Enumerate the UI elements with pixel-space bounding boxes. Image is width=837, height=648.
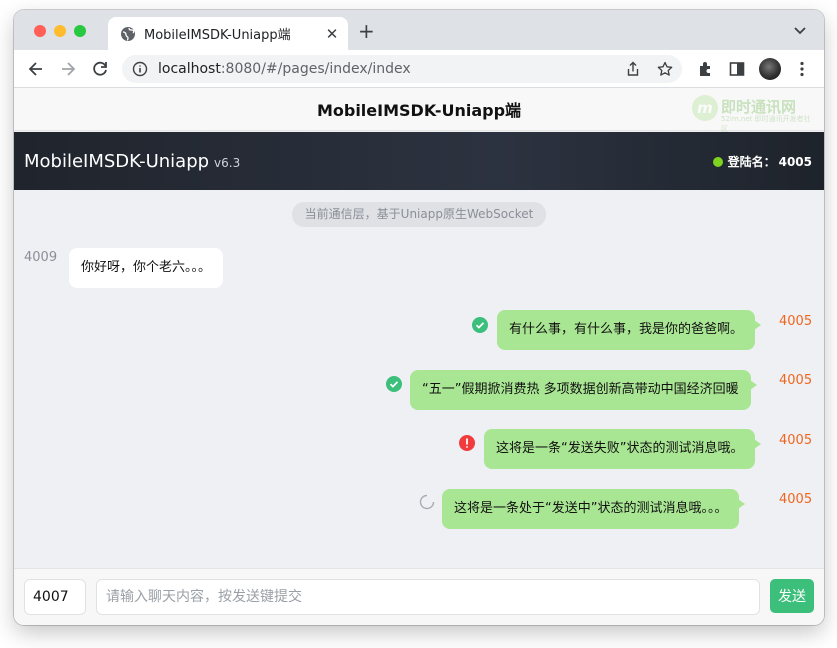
watermark-subtext: 52im.net 即时通讯开发者社区 <box>721 115 811 133</box>
sent-check-icon <box>386 376 402 392</box>
failed-alert-icon[interactable] <box>459 435 475 451</box>
watermark-logo: m 即时通讯网 52im.net 即时通讯开发者社区 <box>692 95 812 133</box>
new-tab-button[interactable]: + <box>358 21 375 41</box>
sent-check-icon <box>472 317 488 333</box>
app-header: MobileIMSDK-Uniapp v6.3 登陆名： 4005 <box>14 132 824 190</box>
app-version: v6.3 <box>214 156 241 170</box>
tab-strip: MobileIMSDK-Uniapp端 ✕ + <box>14 10 824 50</box>
message-bubble: 这将是一条“发送失败”状态的测试消息哦。 <box>484 429 762 469</box>
browser-window: MobileIMSDK-Uniapp端 ✕ + localhost:8080/#… <box>14 10 824 625</box>
target-user-input[interactable] <box>24 579 86 615</box>
address-bar[interactable]: localhost:8080/#/pages/index/index <box>122 55 682 83</box>
chat-input-bar: 发送 <box>14 568 824 625</box>
message-sender: 4005 <box>779 314 813 329</box>
watermark-m-icon: m <box>692 95 718 121</box>
tab-close-icon[interactable]: ✕ <box>320 25 344 43</box>
extensions-puzzle-icon[interactable] <box>696 59 716 79</box>
sending-spinner-icon <box>419 494 435 510</box>
send-button[interactable]: 发送 <box>770 579 814 613</box>
site-info-icon[interactable] <box>132 61 148 77</box>
login-status: 登陆名： 4005 <box>712 153 812 170</box>
login-label: 登陆名： <box>727 155 776 169</box>
share-icon[interactable] <box>625 61 641 77</box>
message-sender: 4009 <box>24 250 58 265</box>
bookmark-star-icon[interactable] <box>657 61 673 77</box>
message-sender: 4005 <box>779 373 813 388</box>
browser-tab-active[interactable]: MobileIMSDK-Uniapp端 ✕ <box>108 17 348 50</box>
message-bubble: 你好呀，你个老六。。。 <box>69 248 224 288</box>
profile-avatar[interactable] <box>759 58 781 80</box>
url-text[interactable]: localhost:8080/#/pages/index/index <box>158 61 411 77</box>
app-name: MobileIMSDK-Uniapp <box>24 150 210 172</box>
tab-title: MobileIMSDK-Uniapp端 <box>144 28 291 43</box>
more-menu-icon[interactable] <box>792 59 812 79</box>
message-input[interactable] <box>96 579 760 615</box>
forward-arrow-icon[interactable] <box>58 59 78 79</box>
transport-notice: 当前通信层，基于Uniapp原生WebSocket <box>292 202 546 227</box>
globe-icon <box>121 26 135 41</box>
page-nav-bar: MobileIMSDK-Uniapp端 m 即时通讯网 52im.net 即时通… <box>14 88 824 133</box>
url-host: localhost <box>158 61 221 77</box>
message-bubble: 有什么事，有什么事，我是你的爸爸啊。 <box>497 310 762 350</box>
reload-icon[interactable] <box>90 59 110 79</box>
message-bubble: “五一”假期掀消费热 多项数据创新高带动中国经济回暖 <box>410 370 757 410</box>
online-status-dot <box>712 156 723 167</box>
message-sender: 4005 <box>779 492 813 507</box>
back-arrow-icon[interactable] <box>26 59 46 79</box>
maximize-window-button[interactable] <box>74 25 86 37</box>
browser-toolbar: localhost:8080/#/pages/index/index <box>14 50 824 88</box>
message-sender: 4005 <box>779 433 813 448</box>
minimize-window-button[interactable] <box>54 25 66 37</box>
chevron-down-icon[interactable] <box>792 22 808 38</box>
message-bubble: 这将是一条处于“发送中”状态的测试消息哦。。。 <box>442 489 746 529</box>
close-window-button[interactable] <box>34 25 46 37</box>
url-path: :8080/#/pages/index/index <box>220 61 411 77</box>
page-title: MobileIMSDK-Uniapp端 <box>316 101 522 120</box>
login-id: 4005 <box>778 154 812 169</box>
side-panel-icon[interactable] <box>727 59 747 79</box>
app-page: MobileIMSDK-Uniapp端 m 即时通讯网 52im.net 即时通… <box>14 88 824 625</box>
